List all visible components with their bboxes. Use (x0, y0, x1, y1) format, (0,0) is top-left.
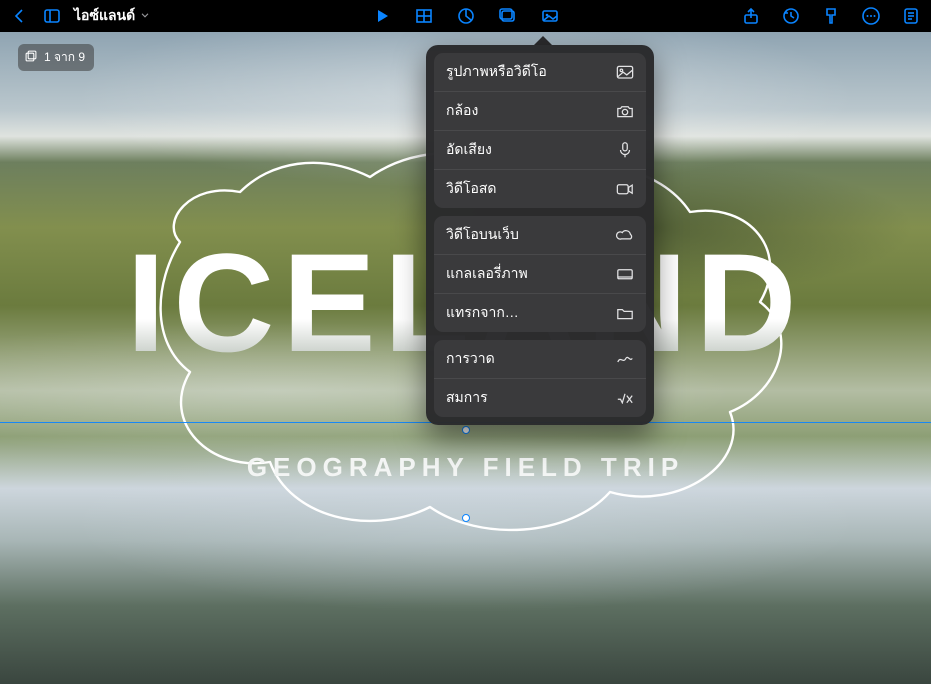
menu-item-image-gallery[interactable]: แกลเลอรี่ภาพ (434, 255, 646, 294)
menu-item-label: สมการ (446, 387, 488, 409)
popover-group: การวาด สมการ (434, 340, 646, 417)
history-icon[interactable] (781, 6, 801, 26)
top-toolbar: ไอซ์แลนด์ (0, 0, 931, 32)
more-circle-icon[interactable] (861, 6, 881, 26)
menu-item-label: รูปภาพหรือวิดีโอ (446, 61, 547, 83)
gallery-icon (616, 266, 634, 282)
media-insert-icon[interactable] (540, 6, 560, 26)
cloud-icon (616, 227, 634, 243)
microphone-icon (616, 142, 634, 158)
menu-item-label: การวาด (446, 348, 495, 370)
live-video-icon (616, 181, 634, 197)
menu-item-equation[interactable]: สมการ (434, 379, 646, 417)
folder-icon (616, 305, 634, 321)
menu-item-camera[interactable]: กล้อง (434, 92, 646, 131)
play-icon[interactable] (372, 6, 392, 26)
menu-item-label: วิดีโอสด (446, 178, 497, 200)
text-box-icon[interactable] (498, 6, 518, 26)
menu-item-insert-from[interactable]: แทรกจาก… (434, 294, 646, 332)
insert-media-popover: รูปภาพหรือวิดีโอ กล้อง อัดเสียง วิดีโอสด… (426, 36, 654, 425)
menu-item-label: แทรกจาก… (446, 302, 519, 324)
slides-stack-icon (24, 49, 38, 66)
popover-arrow (534, 36, 552, 45)
menu-item-record-audio[interactable]: อัดเสียง (434, 131, 646, 170)
equation-icon (616, 390, 634, 406)
menu-item-label: วิดีโอบนเว็บ (446, 224, 519, 246)
menu-item-web-video[interactable]: วิดีโอบนเว็บ (434, 216, 646, 255)
slide-counter-badge[interactable]: 1 จาก 9 (18, 44, 94, 71)
menu-item-drawing[interactable]: การวาด (434, 340, 646, 379)
document-title[interactable]: ไอซ์แลนด์ (74, 5, 151, 27)
camera-icon (616, 103, 634, 119)
selection-handle[interactable] (462, 426, 470, 434)
document-title-text: ไอซ์แลนด์ (74, 5, 135, 27)
table-icon[interactable] (414, 6, 434, 26)
back-chevron-icon[interactable] (10, 6, 30, 26)
format-brush-icon[interactable] (821, 6, 841, 26)
menu-item-photo-or-video[interactable]: รูปภาพหรือวิดีโอ (434, 53, 646, 92)
chevron-down-icon (139, 8, 151, 24)
share-icon[interactable] (741, 6, 761, 26)
scribble-icon (616, 351, 634, 367)
sidebar-toggle-icon[interactable] (42, 6, 62, 26)
photo-video-icon (616, 64, 634, 80)
popover-group: วิดีโอบนเว็บ แกลเลอรี่ภาพ แทรกจาก… (434, 216, 646, 332)
menu-item-label: กล้อง (446, 100, 478, 122)
popover-group: รูปภาพหรือวิดีโอ กล้อง อัดเสียง วิดีโอสด (434, 53, 646, 208)
chart-icon[interactable] (456, 6, 476, 26)
menu-item-label: อัดเสียง (446, 139, 492, 161)
slide-counter-text: 1 จาก 9 (44, 48, 85, 67)
inspector-icon[interactable] (901, 6, 921, 26)
menu-item-live-video[interactable]: วิดีโอสด (434, 170, 646, 208)
selection-handle[interactable] (462, 514, 470, 522)
menu-item-label: แกลเลอรี่ภาพ (446, 263, 528, 285)
